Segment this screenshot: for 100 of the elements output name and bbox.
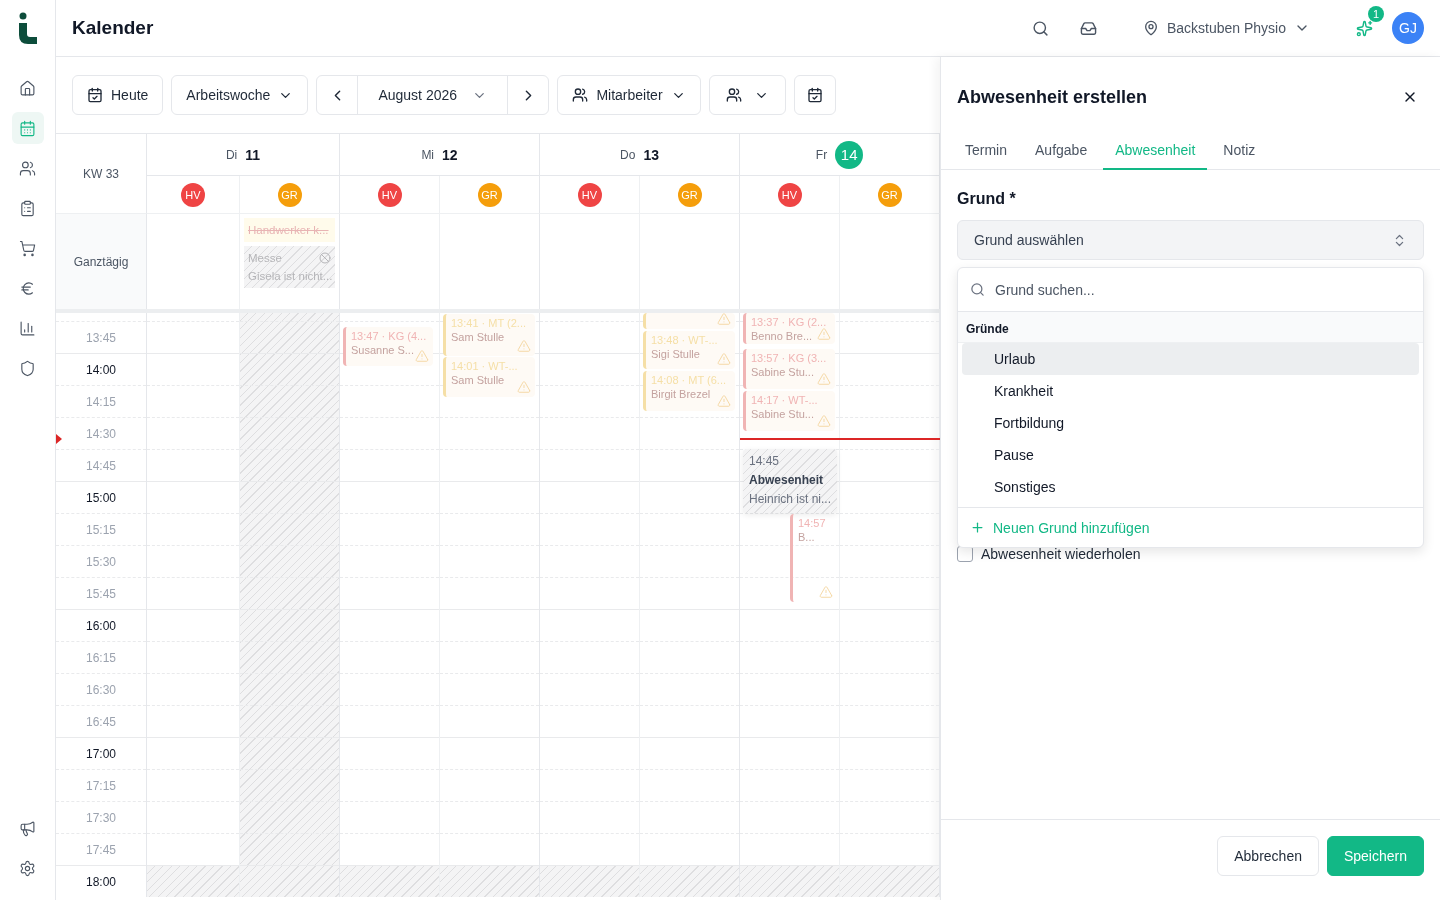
event-time: 14:08 · MT (6... bbox=[651, 374, 726, 386]
group-dropdown[interactable] bbox=[708, 75, 786, 115]
event-time: 13:47 · KG (4... bbox=[351, 330, 427, 342]
event-person: Sabine Stu... bbox=[751, 408, 814, 420]
users-icon bbox=[19, 159, 36, 177]
save-button[interactable]: Speichern bbox=[1326, 836, 1424, 876]
event-person: Birgit Brezel bbox=[651, 388, 711, 400]
staff-avatar[interactable]: HV bbox=[377, 182, 402, 207]
shield-icon bbox=[19, 359, 36, 377]
event-time: 13:57 · KG (3... bbox=[751, 352, 827, 364]
current-time-marker bbox=[56, 434, 62, 444]
today-button[interactable]: Heute bbox=[72, 75, 164, 115]
tab[interactable]: Notiz bbox=[1211, 137, 1268, 170]
staff-avatar[interactable]: HV bbox=[777, 182, 802, 207]
time-label: 17:45 bbox=[56, 833, 146, 865]
allday-cell[interactable]: Handwerker k... Messe Gisela ist nicht... bbox=[240, 213, 340, 309]
date-label: 11 bbox=[245, 146, 261, 163]
dropdown-option[interactable]: Fortbildung bbox=[962, 407, 1419, 439]
weekday-label: Mi bbox=[421, 147, 435, 162]
event-time: 13:41 · MT (2... bbox=[451, 317, 526, 329]
staff-avatar[interactable]: GR bbox=[677, 182, 702, 207]
search-icon bbox=[970, 282, 985, 297]
appointment-card[interactable]: 13:47 · KG (4... Susanne S... bbox=[343, 327, 433, 366]
calendar-icon bbox=[19, 119, 36, 137]
month-dropdown[interactable]: August 2026 bbox=[357, 76, 509, 114]
time-label: 14:15 bbox=[56, 385, 146, 417]
tab[interactable]: Aufgabe bbox=[1023, 137, 1100, 170]
absence-card[interactable]: 14:45 Abwesenheit Heinrich ist ni... bbox=[743, 449, 837, 513]
checkbox[interactable] bbox=[957, 546, 973, 562]
event-person: B... bbox=[798, 531, 815, 543]
time-label: 15:30 bbox=[56, 545, 146, 577]
calendar-check-icon bbox=[87, 87, 103, 103]
date-label: 12 bbox=[442, 146, 458, 163]
dropdown-option[interactable]: Urlaub bbox=[962, 343, 1419, 375]
tab[interactable]: Termin bbox=[953, 137, 1019, 170]
time-label: 14:00 bbox=[56, 353, 146, 385]
home-icon bbox=[19, 79, 36, 97]
staff-dropdown[interactable]: Mitarbeiter bbox=[557, 75, 701, 115]
time-label: 14:45 bbox=[56, 449, 146, 481]
weekday-label: Di bbox=[225, 147, 238, 162]
sparkles-icon bbox=[1355, 19, 1373, 37]
staff-avatar[interactable]: GR bbox=[877, 182, 902, 207]
event-person: Benno Bre... bbox=[751, 330, 813, 342]
tab[interactable]: Abwesenheit bbox=[1103, 137, 1208, 170]
time-label: 17:30 bbox=[56, 801, 146, 833]
appointment-card[interactable]: 14:57 B... bbox=[790, 514, 837, 602]
time-label: 16:45 bbox=[56, 705, 146, 737]
time-label: 17:00 bbox=[56, 737, 146, 769]
appointment-card[interactable]: 13:37 · KG (2... Benno Bre... bbox=[743, 313, 835, 344]
inbox-icon bbox=[1080, 19, 1098, 37]
notification-badge: 1 bbox=[1368, 6, 1384, 22]
time-label: 13:45 bbox=[56, 321, 146, 353]
calendar-button[interactable] bbox=[793, 75, 836, 115]
megaphone-icon bbox=[19, 819, 36, 837]
allday-label: Ganztägig bbox=[56, 213, 147, 309]
bar-chart-icon bbox=[19, 319, 36, 337]
event-time: 13:37 · KG (2... bbox=[751, 316, 827, 328]
page-title: Kalender bbox=[72, 17, 155, 39]
time-label: 15:00 bbox=[56, 481, 146, 513]
checkbox-label: Abwesenheit wiederholen bbox=[981, 546, 1141, 562]
cancel-button[interactable]: Abbrechen bbox=[1217, 836, 1319, 876]
staff-avatar[interactable]: GR bbox=[277, 182, 302, 207]
staff-avatar[interactable]: HV bbox=[181, 182, 205, 207]
event-person: Sabine Stu... bbox=[751, 366, 814, 378]
euro-icon bbox=[19, 279, 36, 297]
dropdown-option[interactable]: Pause bbox=[962, 439, 1419, 471]
dropdown-option[interactable]: Sonstiges bbox=[962, 471, 1419, 503]
appointment-card[interactable]: 14:08 · MT (6... Birgit Brezel bbox=[643, 371, 735, 411]
users-icon bbox=[725, 87, 742, 103]
time-label: 16:15 bbox=[56, 641, 146, 673]
map-pin-icon bbox=[1142, 20, 1159, 36]
event-note: Heinrich ist ni... bbox=[749, 492, 831, 506]
event-title: Abwesenheit bbox=[749, 473, 824, 487]
event-time: 14:57 bbox=[798, 517, 826, 529]
staff-avatar[interactable]: HV bbox=[577, 182, 602, 207]
time-label: 15:45 bbox=[56, 577, 146, 609]
search-icon bbox=[1032, 19, 1050, 37]
user-avatar[interactable]: GJ bbox=[1392, 12, 1424, 44]
time-label: 17:15 bbox=[56, 769, 146, 801]
event-time: 14:45 bbox=[749, 454, 781, 468]
event-time: 14:17 · WT-... bbox=[751, 394, 818, 406]
time-label: 16:30 bbox=[56, 673, 146, 705]
today-date: 14 bbox=[835, 140, 864, 169]
appointment-card[interactable]: 14:17 · WT-... Sabine Stu... bbox=[743, 391, 835, 431]
add-reason-button[interactable]: Neuen Grund hinzufügen bbox=[958, 507, 1423, 547]
dropdown-option[interactable]: Krankheit bbox=[962, 375, 1419, 407]
reason-select[interactable]: Grund auswählen bbox=[957, 220, 1424, 260]
appointment-card[interactable]: 13:57 · KG (3... Sabine Stu... bbox=[743, 349, 835, 389]
appointment-card[interactable]: 14:01 · WT-... Sam Stulle bbox=[443, 357, 535, 397]
event-time: 14:01 · WT-... bbox=[451, 360, 518, 372]
appointment-card[interactable]: 13:48 · WT-... Sigi Stulle bbox=[643, 331, 735, 369]
event-person: Sam Stulle bbox=[451, 331, 505, 343]
appointment-card[interactable]: 13:41 · MT (2... Sam Stulle bbox=[443, 314, 535, 356]
staff-avatar[interactable]: GR bbox=[477, 182, 502, 207]
cart-icon bbox=[19, 239, 36, 257]
settings-icon bbox=[19, 859, 36, 877]
allday-absence[interactable]: Messe Gisela ist nicht... bbox=[244, 246, 335, 288]
location-selector[interactable]: Backstuben Physio bbox=[1130, 10, 1322, 46]
view-dropdown[interactable]: Arbeitswoche bbox=[171, 75, 309, 115]
clipboard-icon bbox=[19, 199, 36, 217]
